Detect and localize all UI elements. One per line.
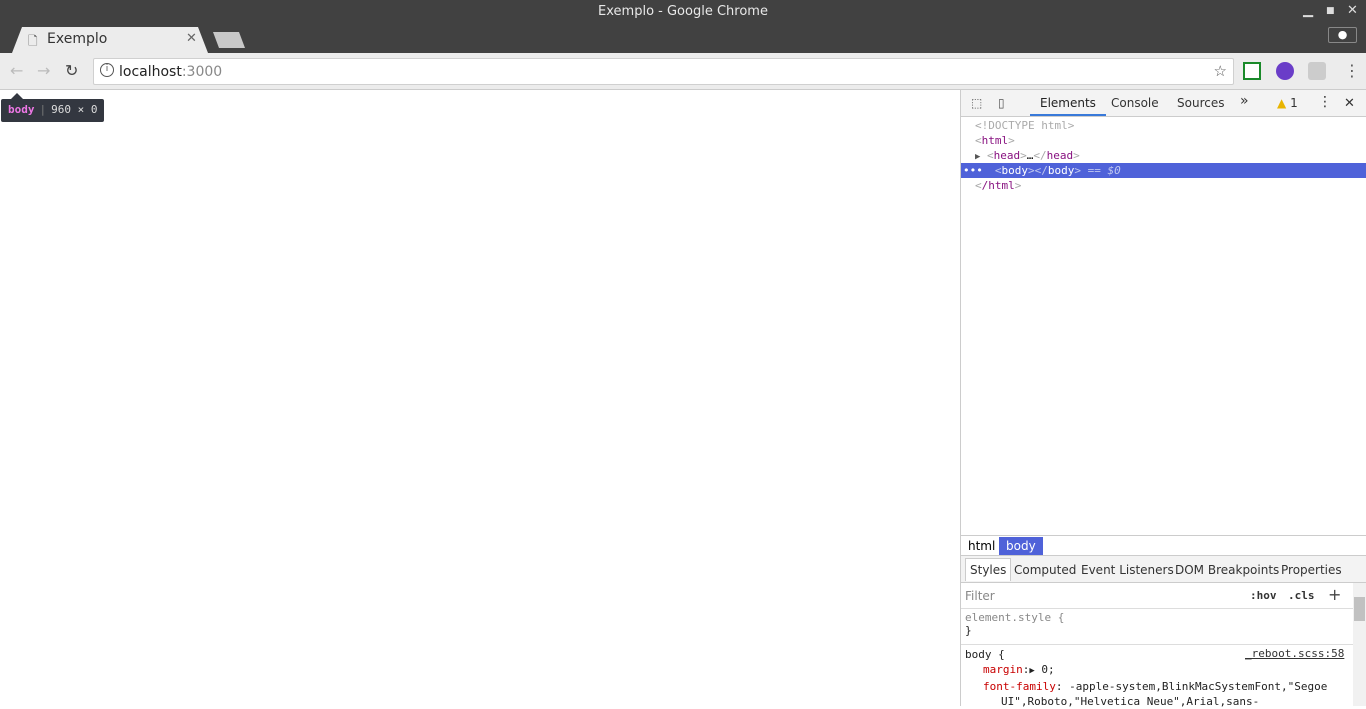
menu-icon[interactable]: ⋮ (1344, 61, 1360, 80)
breadcrumb: html body (961, 535, 1366, 556)
tab-sources[interactable]: Sources (1177, 96, 1224, 110)
new-rule-icon[interactable]: + (1328, 585, 1341, 604)
styles-tabs: Styles Computed Event Listeners DOM Brea… (961, 556, 1366, 583)
html-node[interactable]: <html> (975, 133, 1015, 148)
address-bar[interactable]: i localhost:3000 ☆ (93, 58, 1234, 85)
screenshot-extension-icon[interactable] (1243, 62, 1261, 80)
close-tab-icon[interactable]: ✕ (186, 31, 197, 46)
tab-computed[interactable]: Computed (1014, 563, 1076, 577)
browser-tab[interactable]: 🗋 Exemplo ✕ (12, 27, 208, 53)
tab-console[interactable]: Console (1111, 96, 1159, 110)
element-style-rule: element.style {} (965, 611, 1065, 637)
head-node[interactable]: ▶ <head>…</head> (975, 148, 1080, 163)
html-close-node[interactable]: </html> (975, 178, 1021, 193)
doctype-node[interactable]: <!DOCTYPE html> (975, 118, 1074, 133)
bookmark-star-icon[interactable]: ☆ (1214, 62, 1227, 80)
devtools-menu-icon[interactable]: ⋮ (1318, 94, 1332, 110)
new-tab-button[interactable] (213, 32, 245, 48)
maximize-icon[interactable]: ■ (1326, 6, 1335, 16)
back-icon[interactable]: ← (10, 61, 23, 80)
source-link[interactable]: _reboot.scss:58 (1245, 647, 1344, 660)
filter-input[interactable]: Filter (965, 589, 995, 603)
hov-button[interactable]: :hov (1250, 589, 1277, 602)
cls-button[interactable]: .cls (1288, 589, 1315, 602)
tab-title: Exemplo (47, 31, 108, 47)
profile-icon[interactable]: ● (1328, 27, 1357, 43)
title-bar: Exemplo - Google Chrome ▁ ■ ✕ 🗋 Exemplo … (0, 0, 1366, 53)
tab-elements[interactable]: Elements (1030, 96, 1106, 116)
tab-properties[interactable]: Properties (1281, 563, 1342, 577)
body-node-selected[interactable]: ••• <body></body> == $0 (961, 163, 1366, 178)
dom-tree: <!DOCTYPE html> <html> ▶ <head>…</head> … (961, 117, 1366, 536)
more-tabs-icon[interactable]: » (1240, 93, 1249, 109)
window-title: Exemplo - Google Chrome (598, 4, 768, 19)
warning-icon: ▲ (1277, 96, 1287, 110)
page-icon: 🗋 (28, 34, 38, 48)
url-text: localhost:3000 (119, 64, 223, 80)
breadcrumb-html[interactable]: html (961, 537, 1002, 555)
info-icon[interactable]: i (100, 63, 114, 77)
reload-icon[interactable]: ↻ (65, 61, 78, 80)
inspect-icon[interactable]: ⬚ (971, 96, 982, 110)
toolbar: ← → ↻ i localhost:3000 ☆ ⋮ (0, 53, 1366, 90)
ws-extension-icon[interactable] (1276, 62, 1294, 80)
tab-event-listeners[interactable]: Event Listeners (1081, 563, 1174, 577)
minimize-icon[interactable]: ▁ (1303, 3, 1313, 18)
breadcrumb-body[interactable]: body (999, 537, 1043, 555)
cube-extension-icon[interactable] (1308, 62, 1326, 80)
scrollbar[interactable] (1353, 583, 1366, 706)
styles-filter-bar: Filter :hov .cls + (961, 583, 1353, 609)
close-devtools-icon[interactable]: ✕ (1344, 96, 1355, 111)
tab-styles[interactable]: Styles (965, 558, 1012, 581)
tab-dom-breakpoints[interactable]: DOM Breakpoints (1175, 563, 1279, 577)
element-tooltip: body | 960 × 0 (1, 93, 105, 122)
forward-icon[interactable]: → (37, 61, 50, 80)
expand-triangle-icon: ▶ (975, 152, 981, 162)
devtools-panel: ⬚ ▯ Elements Console Sources » ▲ 1 ⋮ ✕ <… (960, 90, 1366, 708)
tooltip-tag: body (8, 103, 35, 116)
tooltip-size: 960 × 0 (51, 103, 98, 116)
close-window-icon[interactable]: ✕ (1347, 3, 1358, 18)
devtools-toolbar: ⬚ ▯ Elements Console Sources » ▲ 1 ⋮ ✕ (961, 90, 1366, 117)
device-toolbar-icon[interactable]: ▯ (998, 96, 1005, 110)
warnings-badge[interactable]: ▲ 1 (1277, 96, 1298, 110)
